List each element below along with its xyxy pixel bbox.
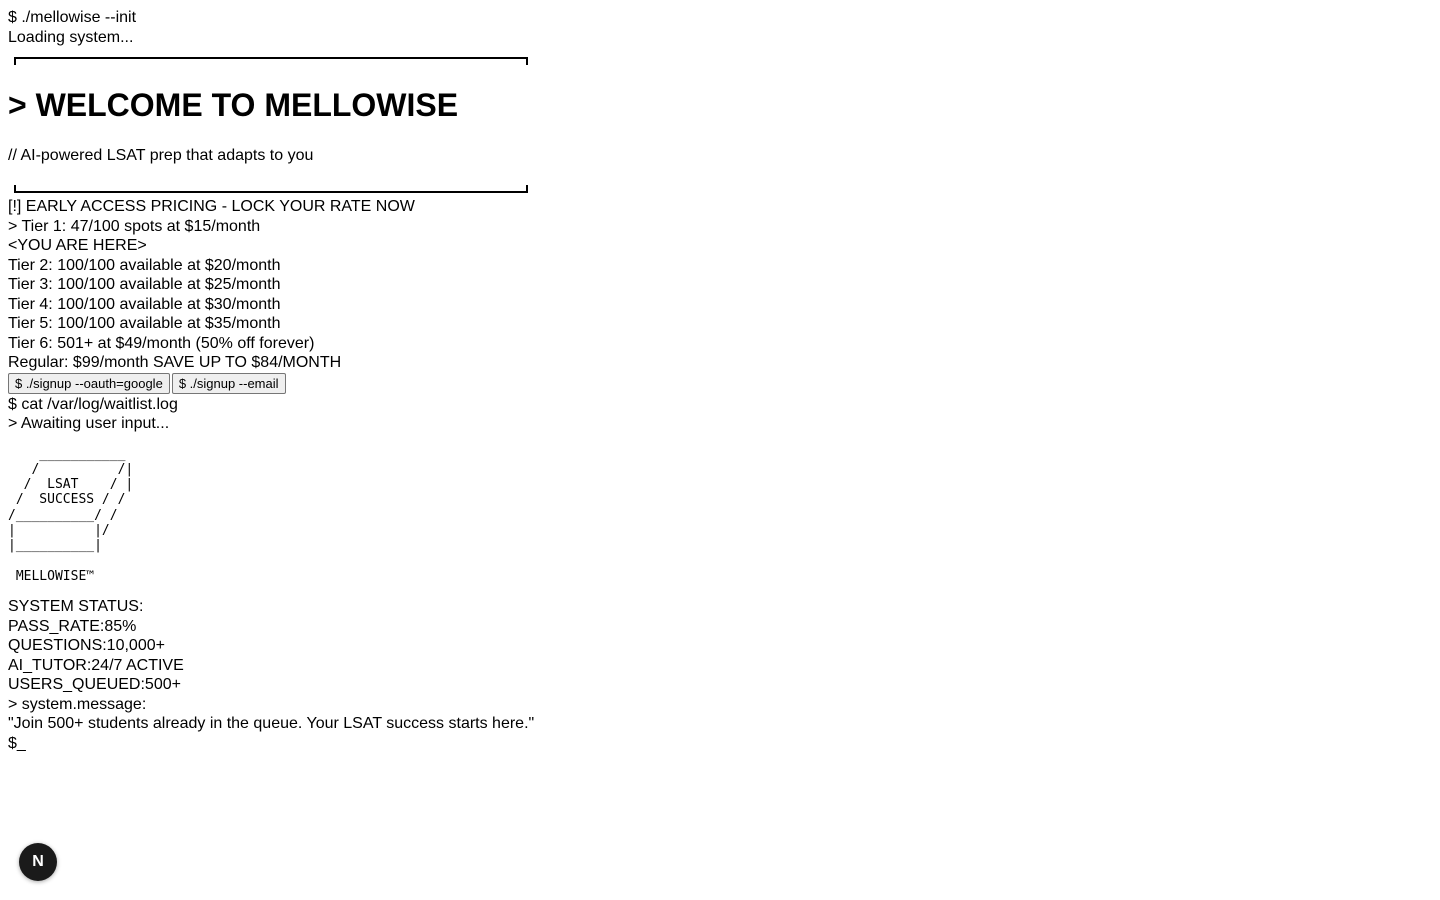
tier-item: Tier 2: 100/100 available at $20/month	[8, 256, 281, 274]
terminal-prompt: $_	[8, 734, 26, 752]
waitlist-command: $ cat /var/log/waitlist.log	[8, 395, 178, 413]
page-title: > WELCOME TO MELLOWISE	[8, 87, 459, 123]
badge-letter: N	[32, 853, 44, 870]
tier-item: Tier 3: 100/100 available at $25/month	[8, 276, 281, 293]
status-users-queued: USERS_QUEUED:500+	[8, 676, 181, 694]
status-header: SYSTEM STATUS:	[8, 598, 144, 616]
signup-buttons: $ ./signup --oauth=google $ ./signup --e…	[8, 372, 1432, 394]
tier-item: > Tier 1: 47/100 spots at $15/month	[8, 217, 261, 235]
tier-item: Tier 5: 100/100 available at $35/month	[8, 315, 281, 332]
tier-list: > Tier 1: 47/100 spots at $15/month <YOU…	[8, 217, 1432, 373]
ascii-box-top	[14, 57, 528, 65]
pricing-notice: [!] EARLY ACCESS PRICING - LOCK YOUR RAT…	[8, 198, 415, 215]
nextjs-logo-icon[interactable]: N	[19, 843, 57, 881]
status-questions: QUESTIONS:10,000+	[8, 637, 165, 655]
loading-text: Loading system...	[8, 28, 134, 46]
tier-item: Tier 6: 501+ at $49/month (50% off forev…	[8, 334, 315, 352]
signup-google-button[interactable]: $ ./signup --oauth=google	[8, 372, 170, 394]
system-message-label: > system.message:	[8, 695, 147, 713]
regular-price: Regular: $99/month SAVE UP TO $84/MONTH	[8, 354, 342, 371]
ascii-box-bottom	[14, 185, 528, 193]
terminal-page: $ ./mellowise --init Loading system... >…	[0, 0, 1440, 753]
tier-item: Tier 4: 100/100 available at $30/month	[8, 295, 281, 313]
status-ai-tutor: AI_TUTOR:24/7 ACTIVE	[8, 656, 184, 674]
signup-email-button[interactable]: $ ./signup --email	[171, 372, 286, 394]
current-tier-marker: <YOU ARE HERE>	[8, 237, 147, 254]
tagline: // AI-powered LSAT prep that adapts to y…	[8, 147, 314, 164]
ascii-logo-art: ___________ / /| / LSAT / | / SUCCESS / …	[8, 446, 134, 584]
status-pass-rate: PASS_RATE:85%	[8, 617, 137, 635]
init-command: $ ./mellowise --init	[8, 9, 137, 26]
system-message-text: "Join 500+ students already in the queue…	[8, 715, 535, 733]
awaiting-input-text: > Awaiting user input...	[8, 415, 170, 432]
